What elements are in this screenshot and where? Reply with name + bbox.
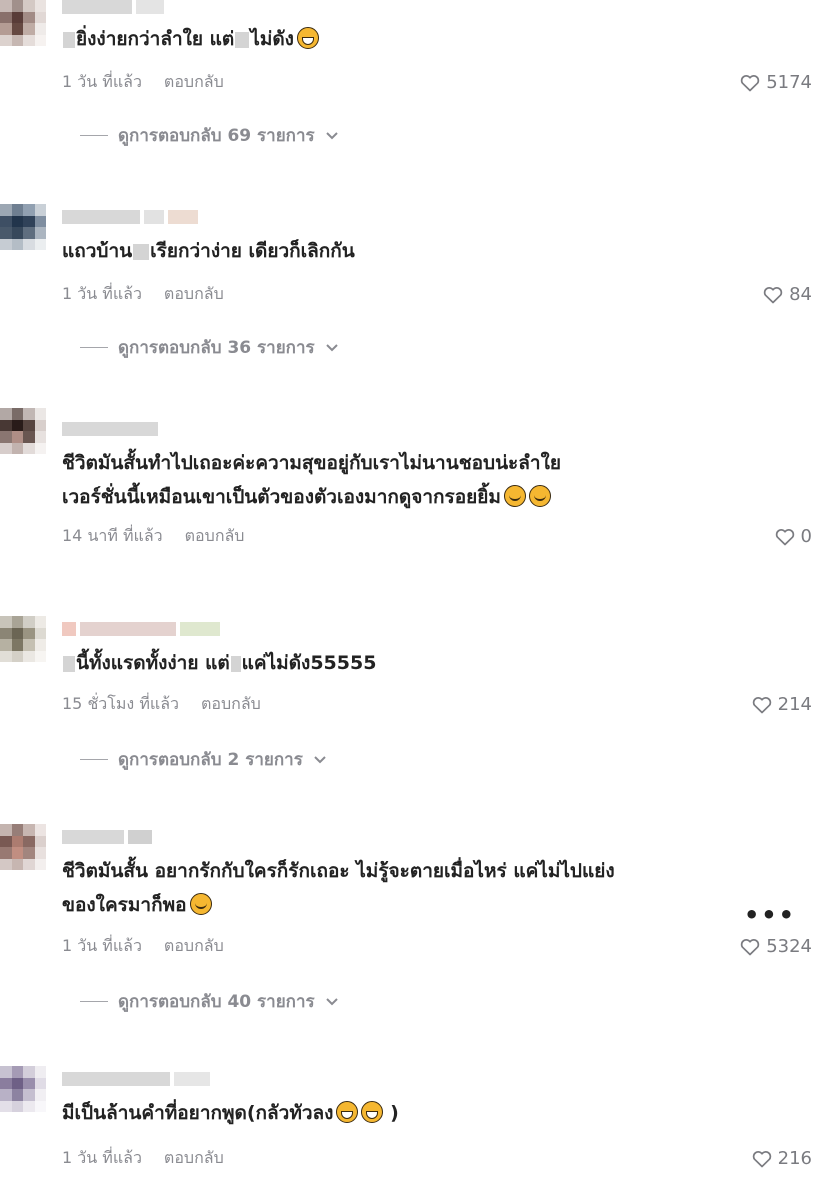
timestamp: 1 วัน ที่แล้ว	[62, 936, 142, 955]
view-replies-label: ดูการตอบกลับ 36 รายการ	[118, 338, 315, 358]
reply-button[interactable]: ตอบกลับ	[201, 694, 261, 713]
chevron-down-icon	[314, 755, 326, 763]
comment-text: ชีวิตมันสั้น อยากรักกับใครก็รักเถอะ ไม่ร…	[62, 854, 615, 922]
redacted-name	[235, 31, 250, 48]
like-button[interactable]: 5324	[740, 936, 812, 957]
reply-button[interactable]: ตอบกลับ	[164, 936, 224, 955]
avatar[interactable]	[0, 408, 46, 454]
redacted-name	[133, 243, 150, 260]
grin-emoji-icon	[336, 1101, 359, 1123]
view-replies-button[interactable]: ดูการตอบกลับ 40 รายการ	[80, 988, 339, 1015]
comment-meta: 1 วัน ที่แล้ว ตอบกลับ	[62, 70, 224, 95]
avatar[interactable]	[0, 1066, 46, 1112]
like-count: 5324	[766, 936, 812, 957]
avatar[interactable]	[0, 616, 46, 662]
heart-outline-icon	[763, 286, 783, 303]
like-button[interactable]: 5174	[740, 72, 812, 93]
like-button[interactable]: 216	[752, 1148, 812, 1169]
comment-text: มีเป็นล้านคำที่อยากพูด(กลัวทัวลง )	[62, 1101, 399, 1124]
chevron-down-icon	[325, 997, 338, 1005]
view-replies-button[interactable]: ดูการตอบกลับ 2 รายการ	[80, 746, 327, 773]
comment-meta: 14 นาที ที่แล้ว ตอบกลับ	[62, 524, 244, 549]
username-blurred[interactable]	[62, 422, 158, 436]
comment-text: ชีวิตมันสั้นทำไปเถอะค่ะความสุขอยู่กับเรา…	[62, 446, 561, 514]
grin-emoji-icon	[361, 1101, 384, 1123]
more-dots-icon[interactable]: •••	[744, 903, 796, 927]
view-replies-label: ดูการตอบกลับ 2 รายการ	[118, 750, 303, 770]
view-replies-button[interactable]: ดูการตอบกลับ 36 รายการ	[80, 334, 339, 361]
timestamp: 14 นาที ที่แล้ว	[62, 526, 163, 545]
timestamp: 1 วัน ที่แล้ว	[62, 284, 142, 303]
divider-line	[80, 135, 108, 136]
reply-button[interactable]: ตอบกลับ	[164, 284, 224, 303]
like-button[interactable]: 214	[752, 694, 812, 715]
comment-line-1: ชีวิตมันสั้น อยากรักกับใครก็รักเถอะ ไม่ร…	[62, 860, 615, 882]
timestamp: 1 วัน ที่แล้ว	[62, 72, 142, 91]
chevron-down-icon	[325, 343, 338, 351]
divider-line	[80, 347, 108, 348]
timestamp: 1 วัน ที่แล้ว	[62, 1148, 142, 1167]
heart-outline-icon	[752, 696, 771, 713]
comment-meta: 1 วัน ที่แล้ว ตอบกลับ	[62, 282, 224, 307]
grin-emoji-icon	[296, 27, 319, 49]
heart-outline-icon	[775, 528, 794, 545]
like-count: 84	[789, 284, 812, 305]
comment-line-1: ชีวิตมันสั้นทำไปเถอะค่ะความสุขอยู่กับเรา…	[62, 452, 561, 474]
username-blurred[interactable]	[62, 210, 198, 224]
comment-text: นี้ทั้งแรดทั้งง่าย แต่ แค่ไม่ดัง55555	[62, 646, 376, 680]
timestamp: 15 ชั่วโมง ที่แล้ว	[62, 694, 179, 713]
comment-meta: 1 วัน ที่แล้ว ตอบกลับ	[62, 1146, 224, 1171]
username-blurred[interactable]	[62, 0, 164, 14]
view-replies-label: ดูการตอบกลับ 40 รายการ	[118, 992, 315, 1012]
like-button[interactable]: 84	[763, 284, 812, 305]
comment-text: แถวบ้าน เรียกว่าง่าย เดียวก็เลิกกัน	[62, 240, 355, 262]
smile-emoji-icon	[528, 485, 551, 507]
view-replies-button[interactable]: ดูการตอบกลับ 69 รายการ	[80, 122, 339, 149]
avatar[interactable]	[0, 824, 46, 870]
avatar[interactable]	[0, 0, 46, 46]
redacted-name	[63, 655, 75, 672]
smile-emoji-icon	[189, 893, 212, 915]
avatar[interactable]	[0, 204, 46, 250]
like-button[interactable]: 0	[775, 526, 812, 547]
like-count: 214	[777, 694, 812, 715]
username-blurred[interactable]	[62, 830, 152, 844]
divider-line	[80, 1001, 108, 1002]
like-count: 0	[800, 526, 812, 547]
reply-button[interactable]: ตอบกลับ	[164, 72, 224, 91]
heart-outline-icon	[740, 74, 760, 91]
comment-meta: 15 ชั่วโมง ที่แล้ว ตอบกลับ	[62, 692, 261, 717]
chevron-down-icon	[325, 131, 338, 139]
view-replies-label: ดูการตอบกลับ 69 รายการ	[118, 126, 315, 146]
comment-line-2: เวอร์ชั่นนี้เหมือนเขาเป็นตัวของตัวเองมาก…	[62, 480, 561, 514]
username-blurred[interactable]	[62, 1072, 210, 1086]
divider-line	[80, 759, 108, 760]
heart-outline-icon	[752, 1150, 771, 1167]
comment-text: ยิ่งง่ายกว่าลำใย แต่ ไม่ดัง	[62, 22, 319, 56]
reply-button[interactable]: ตอบกลับ	[185, 526, 245, 545]
reply-button[interactable]: ตอบกลับ	[164, 1148, 224, 1167]
like-count: 216	[777, 1148, 812, 1169]
redacted-name	[63, 31, 75, 48]
username-blurred[interactable]	[62, 622, 220, 636]
comment-line-2: ของใครมาก็พอ	[62, 888, 615, 922]
like-count: 5174	[766, 72, 812, 93]
heart-outline-icon	[740, 938, 760, 955]
smile-emoji-icon	[503, 485, 526, 507]
comment-meta: 1 วัน ที่แล้ว ตอบกลับ	[62, 934, 224, 959]
redacted-name	[230, 655, 241, 672]
